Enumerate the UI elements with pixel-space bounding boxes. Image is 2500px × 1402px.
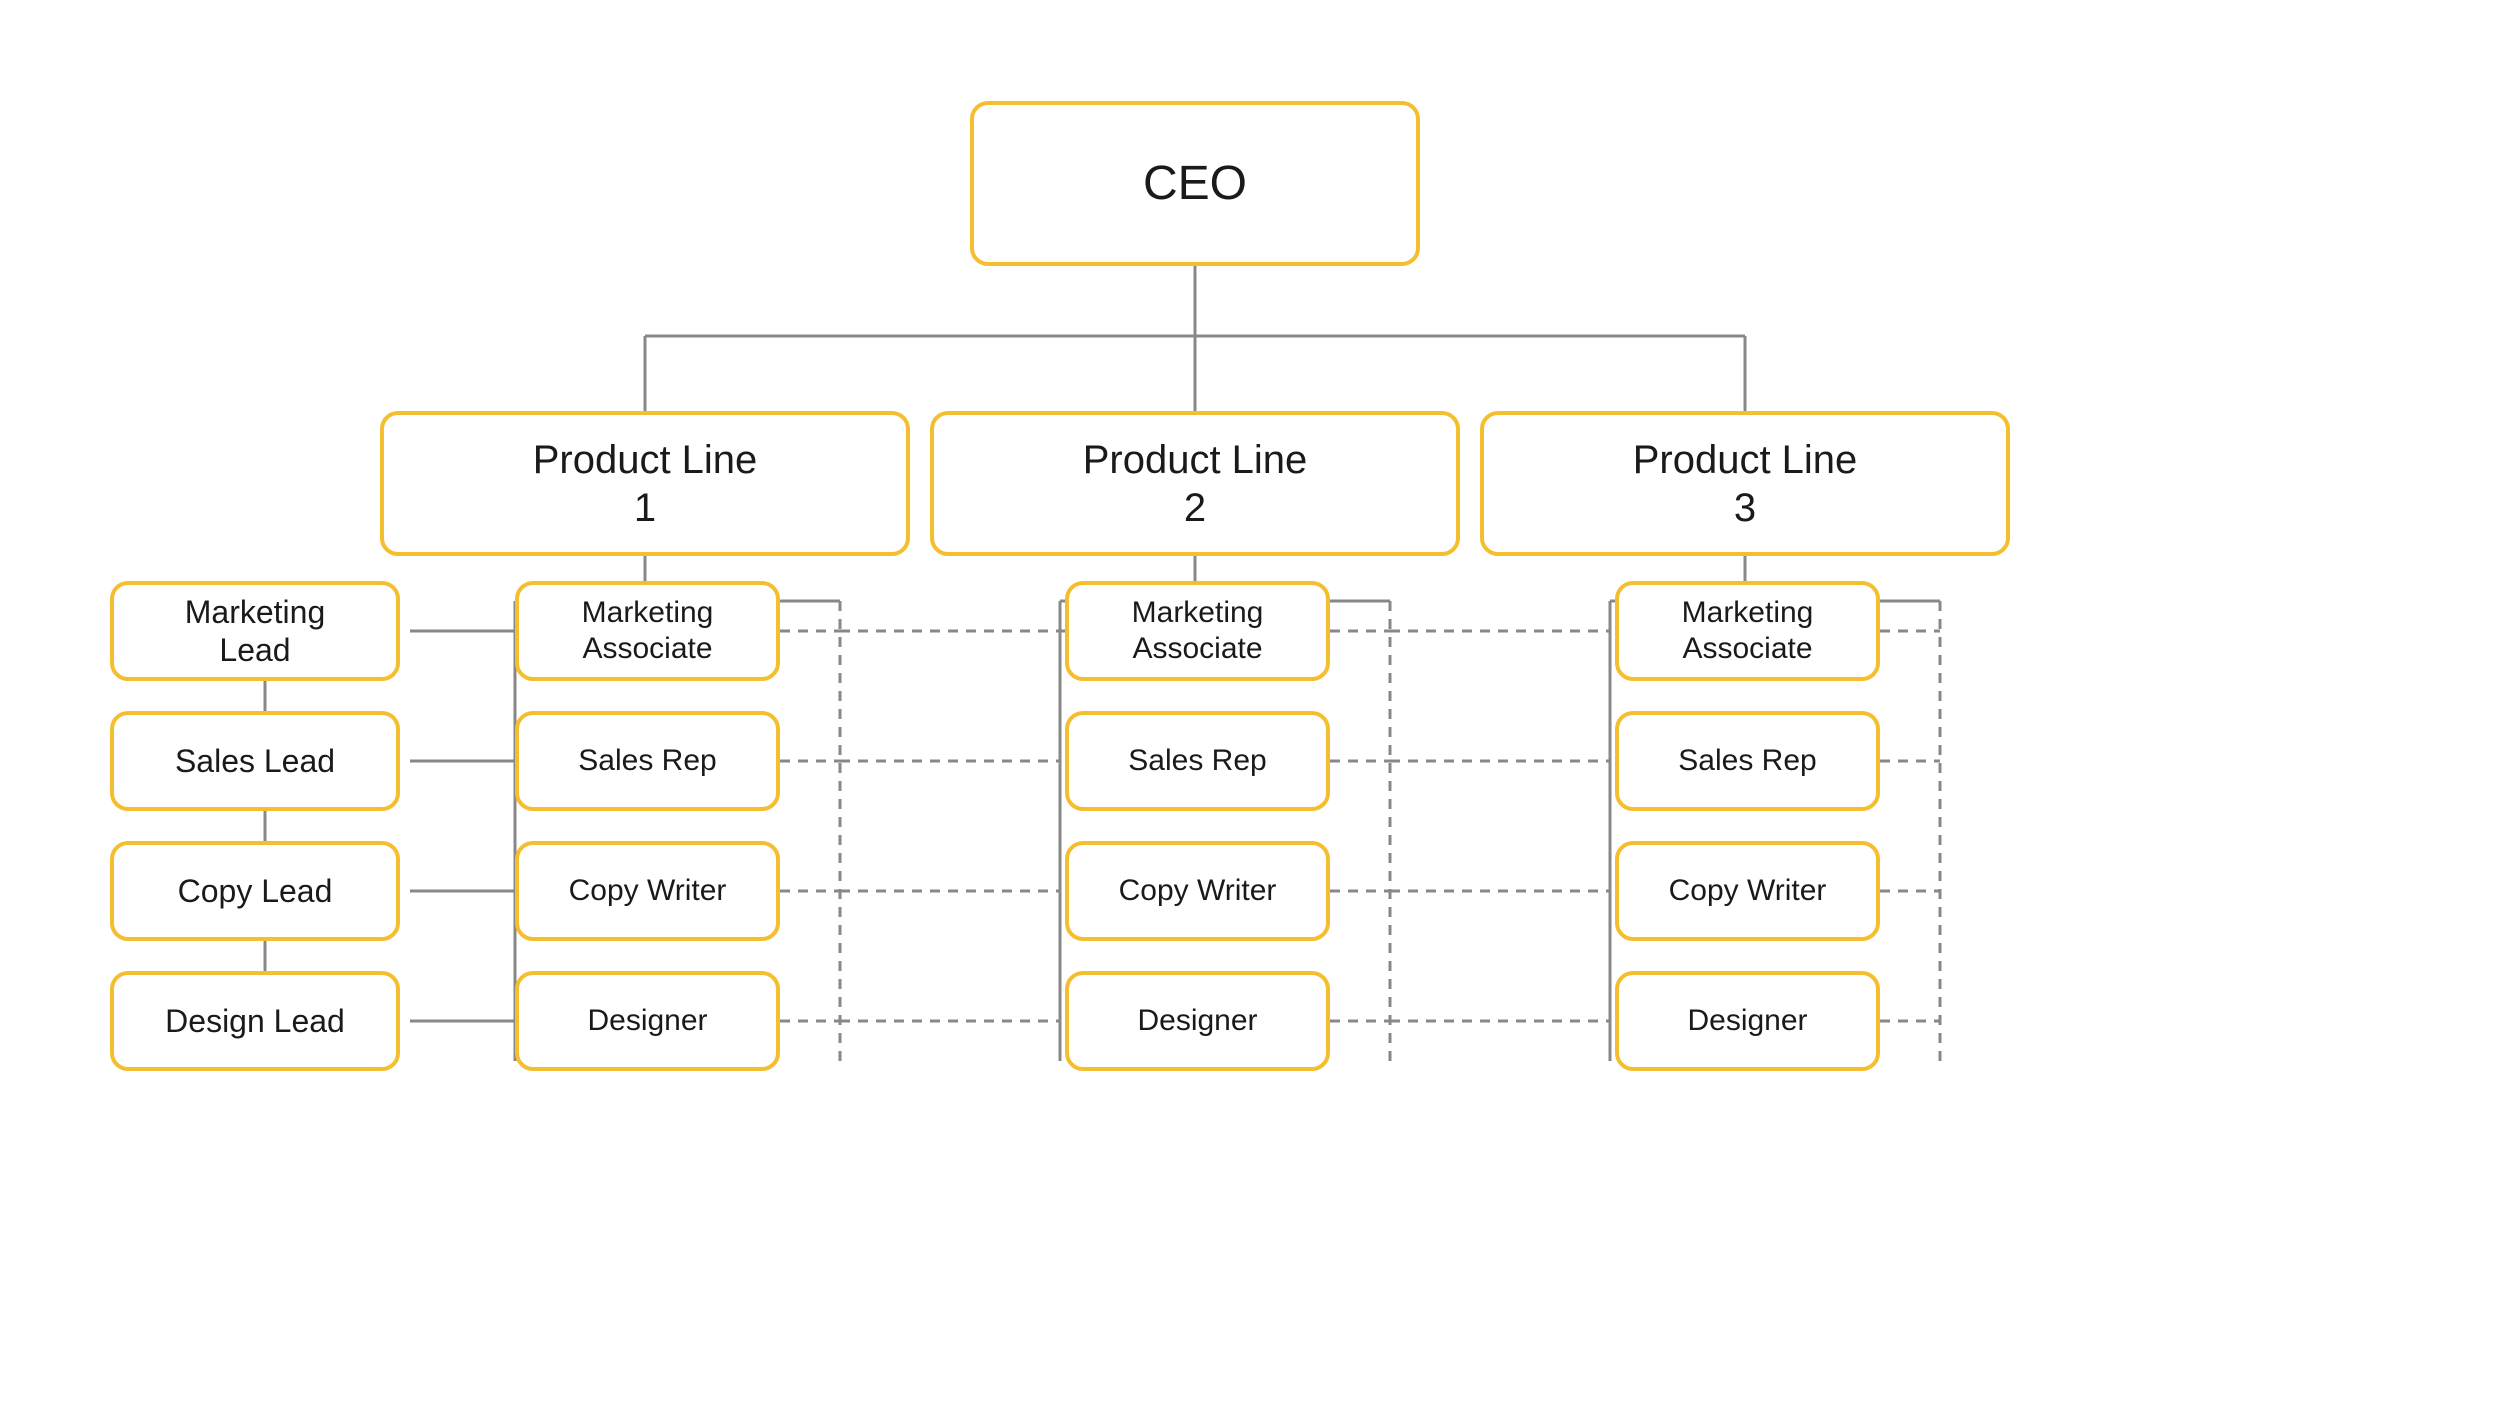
ma1-node: MarketingAssociate (515, 581, 780, 681)
d1-node: Designer (515, 971, 780, 1071)
pl2-node: Product Line2 (930, 411, 1460, 556)
sales-lead-node: Sales Lead (110, 711, 400, 811)
ma2-node: MarketingAssociate (1065, 581, 1330, 681)
cw3-node: Copy Writer (1615, 841, 1880, 941)
ceo-node: CEO (970, 101, 1420, 266)
cw1-node: Copy Writer (515, 841, 780, 941)
design-lead-node: Design Lead (110, 971, 400, 1071)
copy-lead-node: Copy Lead (110, 841, 400, 941)
pl3-node: Product Line3 (1480, 411, 2010, 556)
sr1-node: Sales Rep (515, 711, 780, 811)
d2-node: Designer (1065, 971, 1330, 1071)
sr2-node: Sales Rep (1065, 711, 1330, 811)
d3-node: Designer (1615, 971, 1880, 1071)
pl1-node: Product Line1 (380, 411, 910, 556)
org-chart: CEO Product Line1 Product Line2 Product … (100, 51, 2400, 1351)
ma3-node: MarketingAssociate (1615, 581, 1880, 681)
marketing-lead-node: MarketingLead (110, 581, 400, 681)
cw2-node: Copy Writer (1065, 841, 1330, 941)
sr3-node: Sales Rep (1615, 711, 1880, 811)
